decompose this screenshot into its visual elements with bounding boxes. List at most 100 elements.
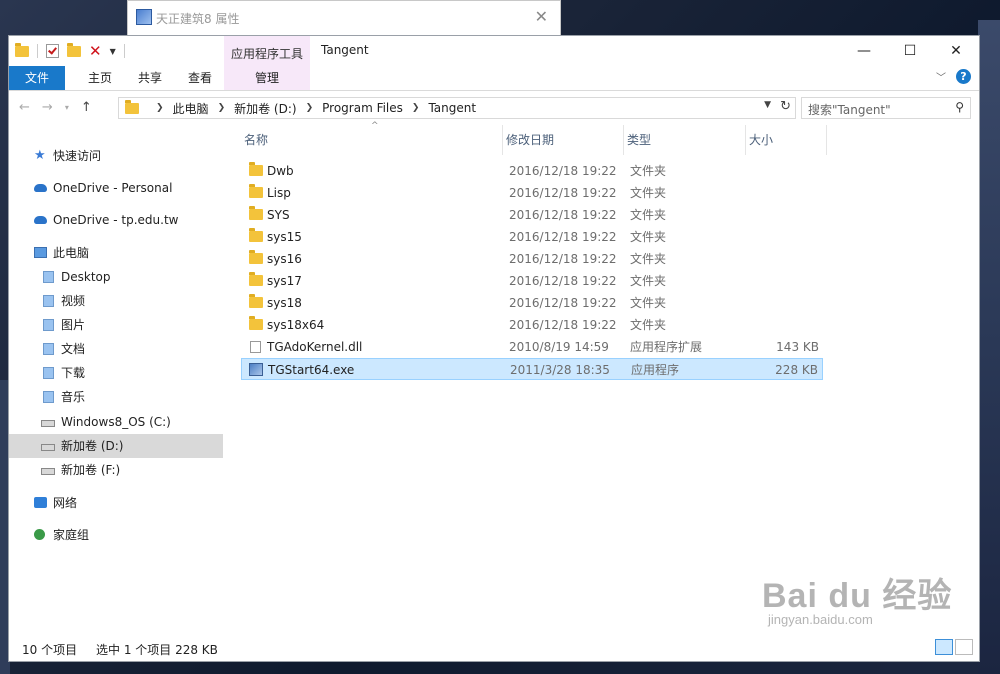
sidebar-item-drive-c[interactable]: Windows8_OS (C:) (9, 410, 223, 434)
caption-buttons: — ☐ ✕ (841, 36, 979, 66)
ribbon-tabs: 文件 主页 共享 查看 管理 ﹀ ? (9, 66, 979, 91)
address-row: ← → ▾ ↑ ❯ 此电脑 ❯ 新加卷 (D:) ❯ Program Files… (9, 91, 979, 125)
navigation-pane: ★ 快速访问 OneDrive - Personal OneDrive - tp… (9, 125, 223, 635)
tab-file[interactable]: 文件 (9, 66, 65, 90)
customize-toolbar-dropdown-icon[interactable]: ▼ (110, 47, 116, 56)
delete-icon[interactable]: ✕ (89, 44, 102, 59)
large-icons-view-icon[interactable] (955, 639, 973, 655)
sidebar-item-desktop[interactable]: Desktop (9, 265, 223, 289)
sidebar-item-music[interactable]: 音乐 (9, 385, 223, 409)
sidebar-item-drive-f[interactable]: 新加卷 (F:) (9, 458, 223, 482)
sidebar-item-videos[interactable]: 视频 (9, 289, 223, 313)
file-list: Dwb 2016/12/18 19:22 文件夹 Lisp 2016/12/18… (241, 160, 823, 380)
quick-access-toolbar: ✕ ▼ (15, 42, 125, 60)
table-row[interactable]: sys17 2016/12/18 19:22 文件夹 (241, 270, 823, 292)
status-bar: 10 个项目 选中 1 个项目 228 KB (9, 635, 979, 661)
table-row[interactable]: Lisp 2016/12/18 19:22 文件夹 (241, 182, 823, 204)
sidebar-item-pictures[interactable]: 图片 (9, 313, 223, 337)
close-button[interactable]: ✕ (933, 36, 979, 66)
search-input[interactable]: 搜索"Tangent" ⚲ (801, 97, 971, 119)
sidebar-item-network[interactable]: 网络 (9, 491, 223, 515)
context-tab-group-label: 应用程序工具 (230, 47, 303, 61)
column-type[interactable]: 类型 (624, 125, 746, 155)
up-icon[interactable]: ↑ (81, 100, 92, 115)
homegroup-icon (34, 529, 45, 540)
column-date[interactable]: 修改日期 (503, 125, 624, 155)
sidebar-item-downloads[interactable]: 下载 (9, 361, 223, 385)
address-bar[interactable]: ❯ 此电脑 ❯ 新加卷 (D:) ❯ Program Files ❯ Tange… (118, 97, 796, 119)
pictures-icon (43, 319, 54, 331)
table-row[interactable]: sys16 2016/12/18 19:22 文件夹 (241, 248, 823, 270)
folder-icon (249, 162, 263, 176)
forward-icon[interactable]: → (42, 100, 53, 115)
download-icon (43, 367, 54, 379)
back-icon[interactable]: ← (19, 100, 30, 115)
properties-icon[interactable] (46, 44, 59, 58)
background-window-close-button[interactable]: ✕ (535, 7, 548, 26)
toolbar-separator (37, 44, 38, 58)
sidebar-item-documents[interactable]: 文档 (9, 337, 223, 361)
watermark-url: jingyan.baidu.com (768, 612, 873, 627)
breadcrumb-item[interactable]: Program Files (322, 101, 403, 115)
folder-icon (125, 99, 139, 114)
drive-icon (41, 444, 55, 451)
minimize-button[interactable]: — (841, 36, 887, 66)
column-name[interactable]: 名称 (241, 125, 503, 155)
ribbon-controls: ﹀ ? (936, 69, 971, 84)
desktop-icon (43, 271, 54, 283)
tab-home[interactable]: 主页 (75, 66, 125, 90)
chevron-right-icon[interactable]: ❯ (412, 103, 420, 113)
executable-icon (249, 363, 263, 376)
table-row[interactable]: sys15 2016/12/18 19:22 文件夹 (241, 226, 823, 248)
music-icon (43, 391, 54, 403)
drive-icon (41, 468, 55, 475)
video-icon (43, 295, 54, 307)
folder-icon (249, 206, 263, 220)
cloud-icon (34, 184, 47, 192)
chevron-right-icon[interactable]: ❯ (218, 103, 226, 113)
recent-locations-icon[interactable]: ▾ (65, 103, 69, 115)
column-size[interactable]: 大小 (746, 125, 827, 155)
watermark-brand: Bai du 经验 (762, 577, 953, 615)
breadcrumb: ❯ 此电脑 ❯ 新加卷 (D:) ❯ Program Files ❯ Tange… (147, 100, 476, 117)
background-properties-window[interactable]: 天正建筑8 属性 ✕ (127, 0, 561, 36)
sidebar-item-this-pc[interactable]: 此电脑 (9, 241, 223, 265)
tab-share[interactable]: 共享 (125, 66, 175, 90)
chevron-down-icon[interactable]: ▼ (764, 100, 771, 110)
folder-icon (249, 250, 263, 264)
table-row[interactable]: SYS 2016/12/18 19:22 文件夹 (241, 204, 823, 226)
file-icon (250, 341, 261, 353)
maximize-button[interactable]: ☐ (887, 36, 933, 66)
chevron-right-icon[interactable]: ❯ (156, 103, 164, 113)
sidebar-item-onedrive-edu[interactable]: OneDrive - tp.edu.tw (9, 208, 223, 232)
table-row[interactable]: TGAdoKernel.dll 2010/8/19 14:59 应用程序扩展 1… (241, 336, 823, 358)
breadcrumb-item[interactable]: 新加卷 (D:) (234, 100, 296, 117)
table-row-selected[interactable]: TGStart64.exe 2011/3/28 18:35 应用程序 228 K… (241, 358, 823, 380)
sidebar-item-quick-access[interactable]: ★ 快速访问 (9, 144, 223, 168)
folder-icon (249, 316, 263, 330)
new-folder-icon[interactable] (67, 42, 81, 57)
tab-view[interactable]: 查看 (175, 66, 225, 90)
title-bar[interactable]: ✕ ▼ 应用程序工具 Tangent — ☐ ✕ (9, 36, 979, 91)
folder-icon (15, 42, 29, 57)
table-row[interactable]: Dwb 2016/12/18 19:22 文件夹 (241, 160, 823, 182)
chevron-right-icon[interactable]: ❯ (306, 103, 314, 113)
breadcrumb-item[interactable]: Tangent (428, 101, 476, 115)
sidebar-item-homegroup[interactable]: 家庭组 (9, 523, 223, 547)
app-icon (136, 9, 152, 25)
refresh-icon[interactable]: ↻ (780, 99, 791, 114)
tab-manage[interactable]: 管理 (224, 66, 310, 90)
star-icon: ★ (34, 148, 46, 163)
help-icon[interactable]: ? (956, 69, 971, 84)
table-row[interactable]: sys18x64 2016/12/18 19:22 文件夹 (241, 314, 823, 336)
breadcrumb-item[interactable]: 此电脑 (173, 100, 209, 117)
search-icon[interactable]: ⚲ (955, 100, 964, 114)
table-row[interactable]: sys18 2016/12/18 19:22 文件夹 (241, 292, 823, 314)
folder-icon (249, 294, 263, 308)
column-headers: ^ 名称 修改日期 类型 大小 (241, 121, 841, 155)
details-view-icon[interactable] (935, 639, 953, 655)
sidebar-item-onedrive-personal[interactable]: OneDrive - Personal (9, 176, 223, 200)
expand-ribbon-icon[interactable]: ﹀ (936, 69, 946, 84)
sidebar-item-drive-d[interactable]: 新加卷 (D:) (9, 434, 223, 458)
cloud-icon (34, 216, 47, 224)
